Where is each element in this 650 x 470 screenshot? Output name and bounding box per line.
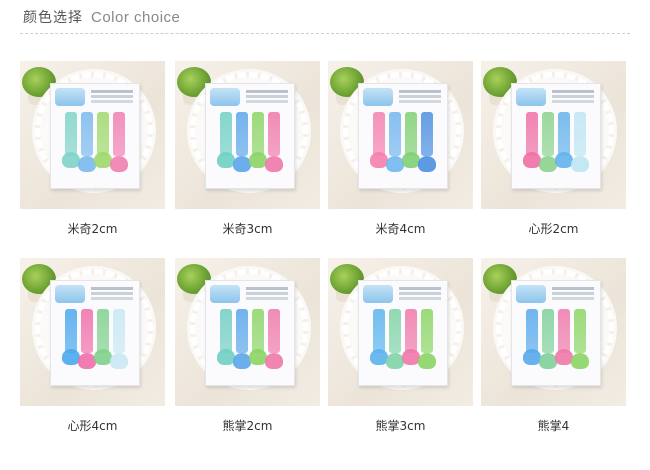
clip-body <box>97 112 109 156</box>
clip-body <box>81 112 93 156</box>
card-logo <box>210 88 240 106</box>
clip-head <box>418 156 436 172</box>
card-logo <box>210 285 240 303</box>
clip-body <box>558 309 570 353</box>
clip-body <box>236 112 248 156</box>
product-image[interactable] <box>481 258 626 406</box>
clip-body <box>113 309 125 353</box>
clip-head <box>110 353 128 369</box>
card-text-lines <box>399 287 441 290</box>
clip-body <box>373 309 385 353</box>
clip-body <box>220 309 232 353</box>
product-image[interactable] <box>328 258 473 406</box>
color-option-grid: 米奇2cm 米奇3cm 米奇4cm 心形2cm 心形4cm 熊掌2cm 熊掌3c… <box>0 0 650 470</box>
clip-body <box>389 309 401 353</box>
card-logo <box>363 285 393 303</box>
clip-body <box>236 309 248 353</box>
clip-group <box>216 112 286 178</box>
clip-head <box>571 156 589 172</box>
clip-head <box>110 156 128 172</box>
clip-body <box>252 309 264 353</box>
product-label: 熊掌4 <box>537 419 570 433</box>
card-text-lines <box>91 287 133 290</box>
clip-body <box>220 112 232 156</box>
card-text-lines <box>246 90 288 93</box>
product-image[interactable] <box>481 61 626 209</box>
clip-body <box>373 112 385 156</box>
clip-group <box>369 309 439 375</box>
clip-body <box>558 112 570 156</box>
clip-body <box>268 309 280 353</box>
color-option-1[interactable]: 米奇2cm <box>20 61 165 237</box>
product-label: 熊掌3cm <box>375 419 426 433</box>
clip-head <box>418 353 436 369</box>
clip-head <box>265 156 283 172</box>
card-logo <box>516 88 546 106</box>
color-option-3[interactable]: 米奇4cm <box>328 61 473 237</box>
clip-body <box>405 112 417 156</box>
card-logo <box>55 88 85 106</box>
color-option-7[interactable]: 熊掌3cm <box>328 258 473 434</box>
product-card <box>50 280 140 386</box>
clip-group <box>61 309 131 375</box>
product-label: 米奇2cm <box>67 222 118 236</box>
clip-body <box>421 112 433 156</box>
clip-head <box>571 353 589 369</box>
color-option-4[interactable]: 心形2cm <box>481 61 626 237</box>
clip-body <box>526 309 538 353</box>
clip-body <box>65 309 77 353</box>
clip-body <box>81 309 93 353</box>
product-image[interactable] <box>175 258 320 406</box>
clip-body <box>97 309 109 353</box>
card-text-lines <box>399 90 441 93</box>
card-text-lines <box>552 90 594 93</box>
clip-group <box>522 309 592 375</box>
product-image[interactable] <box>175 61 320 209</box>
card-logo <box>516 285 546 303</box>
product-image[interactable] <box>328 61 473 209</box>
clip-body <box>574 309 586 353</box>
product-card <box>511 83 601 189</box>
clip-group <box>61 112 131 178</box>
clip-body <box>252 112 264 156</box>
color-option-5[interactable]: 心形4cm <box>20 258 165 434</box>
clip-body <box>574 112 586 156</box>
product-label: 心形2cm <box>528 222 579 236</box>
product-label: 米奇3cm <box>222 222 273 236</box>
product-label: 心形4cm <box>67 419 118 433</box>
clip-body <box>542 309 554 353</box>
product-label: 米奇4cm <box>375 222 426 236</box>
clip-group <box>522 112 592 178</box>
color-option-2[interactable]: 米奇3cm <box>175 61 320 237</box>
card-logo <box>363 88 393 106</box>
card-text-lines <box>552 287 594 290</box>
clip-body <box>542 112 554 156</box>
product-label: 熊掌2cm <box>222 419 273 433</box>
product-card <box>358 83 448 189</box>
card-logo <box>55 285 85 303</box>
clip-body <box>389 112 401 156</box>
clip-group <box>369 112 439 178</box>
product-image[interactable] <box>20 61 165 209</box>
clip-body <box>113 112 125 156</box>
product-card <box>205 280 295 386</box>
color-option-6[interactable]: 熊掌2cm <box>175 258 320 434</box>
clip-group <box>216 309 286 375</box>
clip-body <box>405 309 417 353</box>
product-card <box>205 83 295 189</box>
clip-body <box>65 112 77 156</box>
product-card <box>511 280 601 386</box>
product-image[interactable] <box>20 258 165 406</box>
product-card <box>358 280 448 386</box>
clip-body <box>268 112 280 156</box>
color-option-8[interactable]: 熊掌4 <box>481 258 626 434</box>
card-text-lines <box>246 287 288 290</box>
clip-body <box>421 309 433 353</box>
clip-head <box>265 353 283 369</box>
product-card <box>50 83 140 189</box>
card-text-lines <box>91 90 133 93</box>
clip-body <box>526 112 538 156</box>
